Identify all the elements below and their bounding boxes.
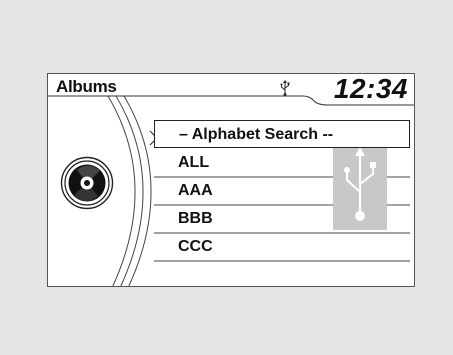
disc-icon (60, 156, 114, 210)
list-item-bbb[interactable]: BBB (154, 205, 410, 233)
list-item-label: CCC (178, 238, 213, 255)
clock: 12:34 (333, 73, 408, 104)
list-item-ccc[interactable]: CCC (154, 233, 410, 261)
list-item-label: ALL (178, 154, 210, 171)
list-item-label: – Alphabet Search -- (179, 126, 334, 143)
head-unit-screen: Albums 12:34 – Alphabet Search -- ALL AA… (47, 73, 415, 287)
list-item-label: AAA (178, 182, 213, 199)
list-item-aaa[interactable]: AAA (154, 177, 410, 205)
usb-icon (280, 80, 290, 96)
list-item-alphabet-search[interactable]: – Alphabet Search -- (154, 120, 410, 148)
list-item-label: BBB (178, 210, 213, 227)
screen-title: Albums (56, 77, 117, 96)
list-item-all[interactable]: ALL (154, 149, 410, 177)
